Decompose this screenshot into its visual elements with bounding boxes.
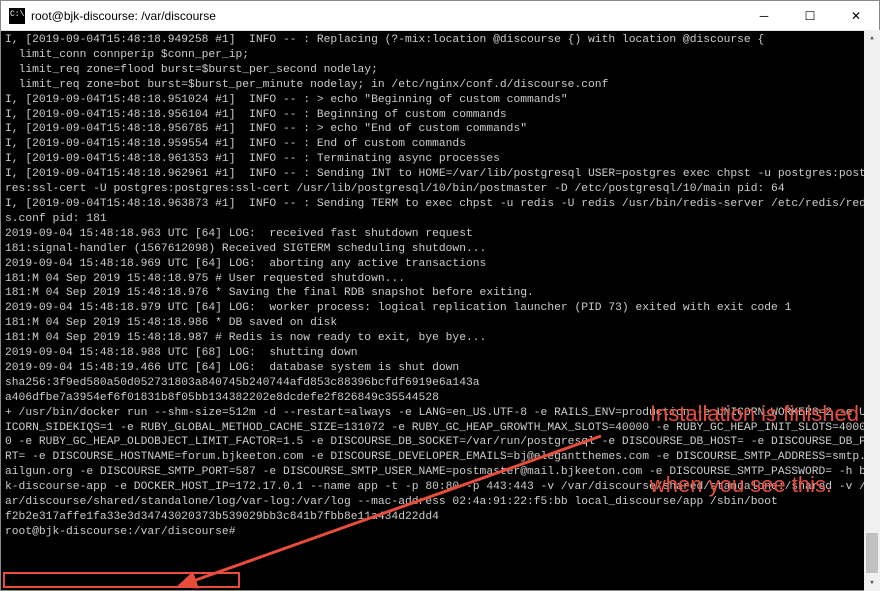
shell-prompt: root@bjk-discourse:/var/discourse# <box>5 526 236 538</box>
terminal-line: f2b2e317affe1fa33e3d34743020373b539029bb… <box>5 510 875 525</box>
close-button[interactable]: ✕ <box>833 1 879 30</box>
terminal-line: 181:M 04 Sep 2019 15:48:18.986 * DB save… <box>5 316 875 331</box>
terminal-line: 2019-09-04 15:48:18.969 UTC [64] LOG: ab… <box>5 257 875 272</box>
terminal-line: + /usr/bin/docker run --shm-size=512m -d… <box>5 406 875 510</box>
terminal-line: limit_req zone=bot burst=$burst_per_minu… <box>5 78 875 93</box>
scrollbar-thumb[interactable] <box>866 533 878 573</box>
terminal-line: 2019-09-04 15:48:18.988 UTC [68] LOG: sh… <box>5 346 875 361</box>
titlebar[interactable]: root@bjk-discourse: /var/discourse ─ ☐ ✕ <box>1 1 879 31</box>
terminal-line: I, [2019-09-04T15:48:18.963873 #1] INFO … <box>5 197 875 227</box>
terminal-line: sha256:3f9ed580a50d052731803a840745b2407… <box>5 376 875 391</box>
terminal-line: a406dfbe7a3954ef6f01831b8f05bb134382202e… <box>5 391 875 406</box>
terminal-line: 181:M 04 Sep 2019 15:48:18.987 # Redis i… <box>5 331 875 346</box>
terminal-line: I, [2019-09-04T15:48:18.956785 #1] INFO … <box>5 122 875 137</box>
terminal-line: I, [2019-09-04T15:48:18.951024 #1] INFO … <box>5 93 875 108</box>
scroll-down-icon[interactable]: ▾ <box>864 575 880 591</box>
window-title: root@bjk-discourse: /var/discourse <box>31 9 741 23</box>
maximize-button[interactable]: ☐ <box>787 1 833 30</box>
cmd-icon <box>9 8 25 24</box>
terminal-line: I, [2019-09-04T15:48:18.956104 #1] INFO … <box>5 108 875 123</box>
terminal-line: I, [2019-09-04T15:48:18.949258 #1] INFO … <box>5 33 875 48</box>
terminal-line: 2019-09-04 15:48:19.466 UTC [64] LOG: da… <box>5 361 875 376</box>
scroll-up-icon[interactable]: ▴ <box>864 30 880 46</box>
terminal-line: 2019-09-04 15:48:18.979 UTC [64] LOG: wo… <box>5 301 875 316</box>
vertical-scrollbar[interactable]: ▴ ▾ <box>864 30 880 591</box>
terminal-line: I, [2019-09-04T15:48:18.961353 #1] INFO … <box>5 152 875 167</box>
terminal-line: I, [2019-09-04T15:48:18.962961 #1] INFO … <box>5 167 875 197</box>
annotation-highlight-box <box>3 572 240 588</box>
terminal-output[interactable]: I, [2019-09-04T15:48:18.949258 #1] INFO … <box>1 31 879 590</box>
terminal-line: 181:M 04 Sep 2019 15:48:18.976 * Saving … <box>5 286 875 301</box>
terminal-line: 2019-09-04 15:48:18.963 UTC [64] LOG: re… <box>5 227 875 242</box>
minimize-button[interactable]: ─ <box>741 1 787 30</box>
terminal-line: 181:M 04 Sep 2019 15:48:18.975 # User re… <box>5 272 875 287</box>
terminal-line: I, [2019-09-04T15:48:18.959554 #1] INFO … <box>5 137 875 152</box>
window-controls: ─ ☐ ✕ <box>741 1 879 30</box>
terminal-line: 181:signal-handler (1567612098) Received… <box>5 242 875 257</box>
terminal-line: limit_req zone=flood burst=$burst_per_se… <box>5 63 875 78</box>
terminal-window: root@bjk-discourse: /var/discourse ─ ☐ ✕… <box>0 0 880 591</box>
terminal-prompt-line[interactable]: root@bjk-discourse:/var/discourse# <box>5 525 875 540</box>
terminal-line: limit_conn connperip $conn_per_ip; <box>5 48 875 63</box>
